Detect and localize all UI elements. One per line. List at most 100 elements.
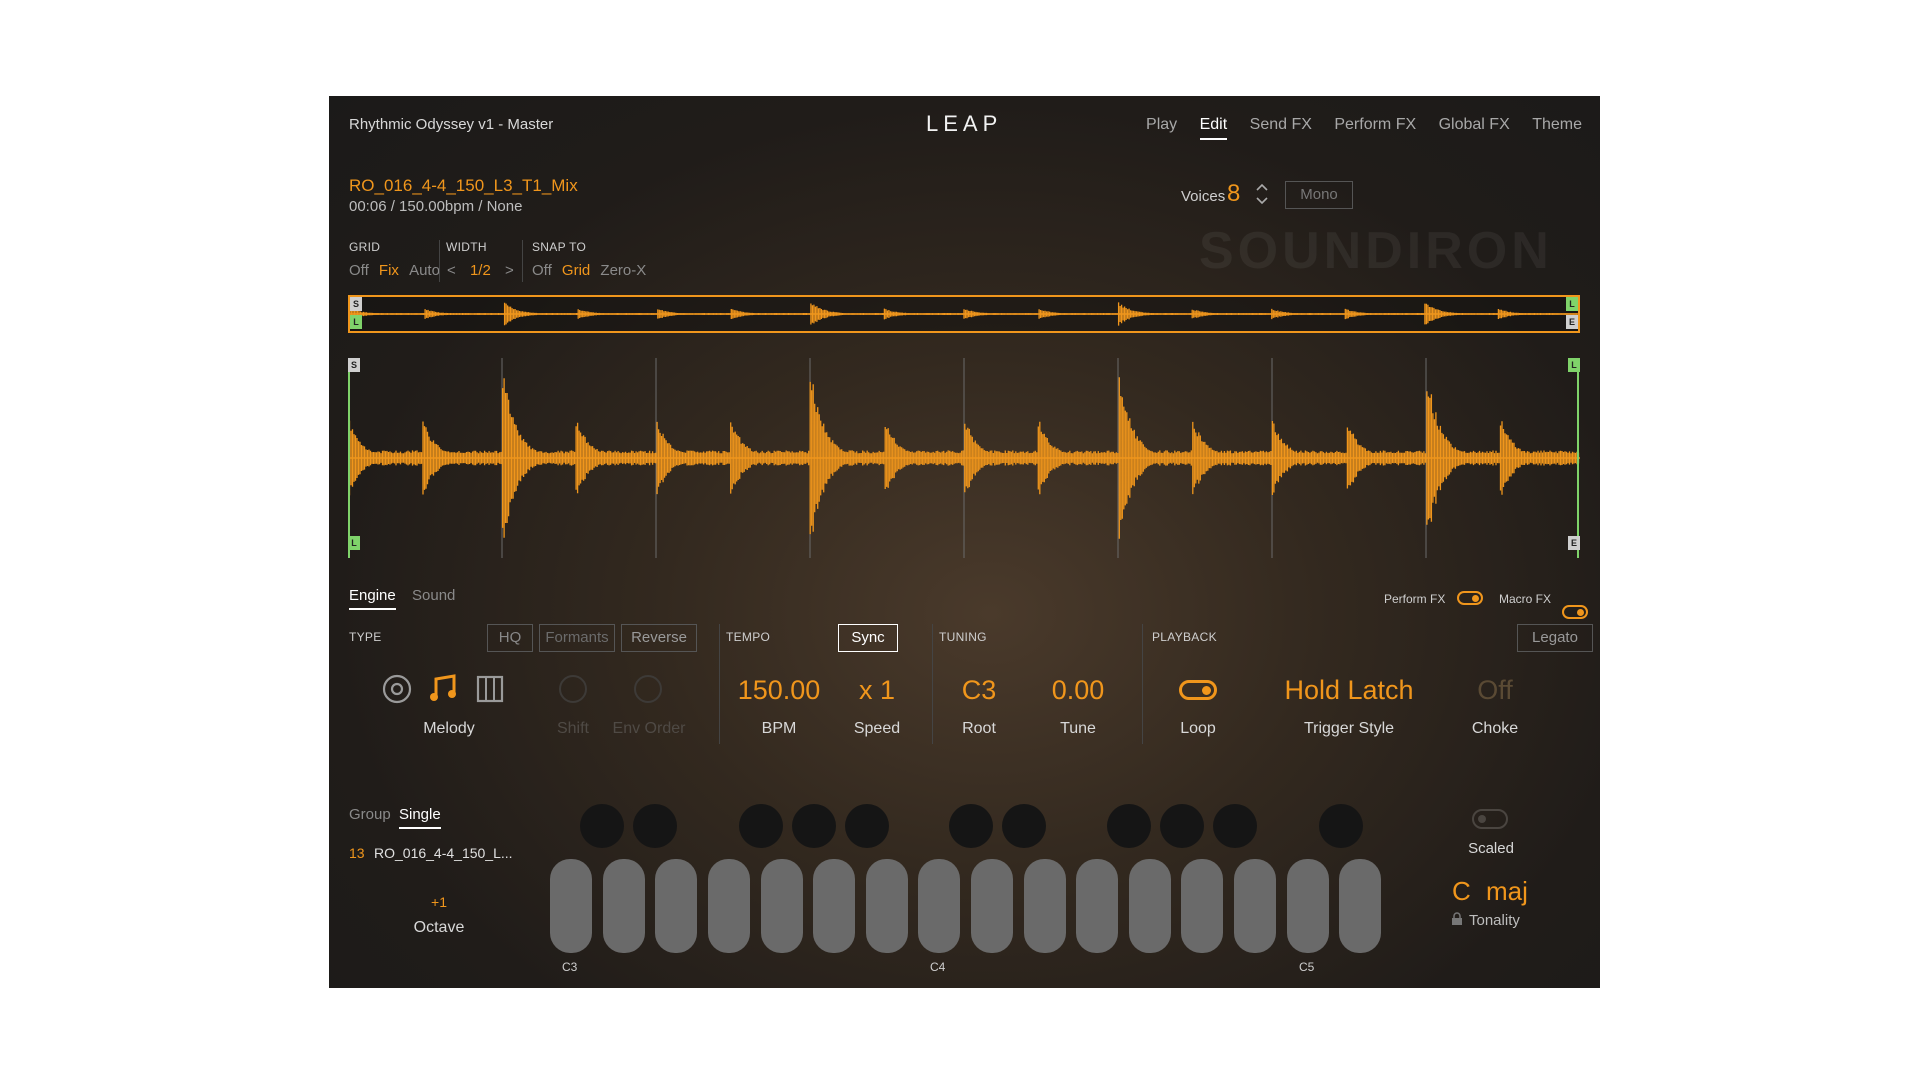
root-value[interactable]: C3 [939,675,1019,706]
playback-label: PLAYBACK [1152,630,1217,644]
loop-end-marker[interactable]: L [1568,358,1580,372]
black-key[interactable] [580,804,624,848]
white-key[interactable] [1181,859,1223,953]
white-key[interactable] [866,859,908,953]
formants-button[interactable]: Formants [539,624,615,652]
reverse-button[interactable]: Reverse [621,624,697,652]
tuning-label: TUNING [939,630,987,644]
black-key[interactable] [1160,804,1204,848]
slice-index: 13 [349,845,365,861]
legato-button[interactable]: Legato [1517,624,1593,652]
sync-button[interactable]: Sync [838,624,898,652]
mode-circle-icon[interactable] [381,673,413,710]
white-key[interactable] [1129,859,1171,953]
tab-group[interactable]: Group [349,806,391,823]
waveform-overview[interactable]: S L L E [348,295,1580,333]
mode-melody-icon[interactable] [428,672,460,709]
snap-zero-x[interactable]: Zero-X [600,262,646,279]
black-key[interactable] [633,804,677,848]
choke-value[interactable]: Off [1455,675,1535,706]
hq-button[interactable]: HQ [487,624,533,652]
tab-sound[interactable]: Sound [412,587,455,604]
stepper-arrows-icon[interactable] [1254,180,1270,208]
sample-info: 00:06 / 150.00bpm / None [349,198,523,215]
voices-stepper[interactable] [1254,180,1270,208]
black-key[interactable] [739,804,783,848]
black-key[interactable] [1213,804,1257,848]
tab-perform-fx[interactable]: Perform FX [1334,116,1416,133]
black-key[interactable] [1107,804,1151,848]
overview-loop-end-marker[interactable]: L [1566,297,1578,311]
white-key[interactable] [655,859,697,953]
black-key[interactable] [1319,804,1363,848]
trigger-style-label: Trigger Style [1303,720,1395,737]
white-key[interactable] [918,859,960,953]
env-order-knob-icon[interactable] [633,674,663,709]
voices-label: Voices [1181,188,1226,205]
voices-value[interactable]: 8 [1227,180,1240,208]
choke-label: Choke [1471,720,1519,737]
white-key[interactable] [761,859,803,953]
waveform-editor[interactable]: S L L E [348,358,1580,558]
tab-theme[interactable]: Theme [1532,116,1582,133]
lock-icon[interactable] [1451,912,1463,931]
width-value[interactable]: 1/2 [470,262,491,279]
white-key[interactable] [1076,859,1118,953]
grid-off[interactable]: Off [349,262,369,279]
white-key[interactable] [550,859,592,953]
tab-play[interactable]: Play [1146,116,1177,133]
snap-label: SNAP TO [532,240,587,254]
overview-loop-start-marker[interactable]: L [350,315,362,329]
white-key[interactable] [813,859,855,953]
grid-label: GRID [349,240,381,254]
start-marker[interactable]: S [348,358,360,372]
scale-key[interactable]: C [1452,876,1471,907]
key-label-c5: C5 [1299,960,1315,974]
tune-value[interactable]: 0.00 [1033,675,1123,706]
bpm-value[interactable]: 150.00 [724,675,834,706]
speed-value[interactable]: x 1 [837,675,917,706]
tab-send-fx[interactable]: Send FX [1250,116,1312,133]
snap-off[interactable]: Off [532,262,552,279]
black-key[interactable] [845,804,889,848]
tab-engine[interactable]: Engine [349,587,396,610]
white-key[interactable] [1024,859,1066,953]
tab-single[interactable]: Single [399,806,441,829]
mono-button[interactable]: Mono [1285,181,1353,209]
perform-fx-toggle[interactable] [1457,591,1483,605]
overview-start-marker[interactable]: S [350,297,362,311]
macro-fx-toggle[interactable] [1562,605,1588,619]
white-key[interactable] [1234,859,1276,953]
loop-toggle[interactable] [1179,680,1217,700]
width-prev-icon[interactable]: < [447,262,456,279]
snap-grid[interactable]: Grid [562,262,590,279]
mode-slices-icon[interactable] [474,673,506,710]
octave-value[interactable]: +1 [399,894,479,910]
width-next-icon[interactable]: > [505,262,514,279]
shift-knob-icon[interactable] [558,674,588,709]
end-marker[interactable]: E [1568,536,1580,550]
white-key[interactable] [1287,859,1329,953]
grid-auto[interactable]: Auto [409,262,440,279]
white-key[interactable] [708,859,750,953]
grid-fix[interactable]: Fix [379,262,399,279]
black-key[interactable] [949,804,993,848]
divider [522,240,523,282]
black-key[interactable] [1002,804,1046,848]
trigger-style-value[interactable]: Hold Latch [1259,675,1439,706]
tab-global-fx[interactable]: Global FX [1439,116,1510,133]
white-key[interactable] [603,859,645,953]
white-key[interactable] [1339,859,1381,953]
preset-title[interactable]: Rhythmic Odyssey v1 - Master [349,116,553,133]
scaled-toggle[interactable] [1472,809,1508,829]
black-key[interactable] [792,804,836,848]
overview-end-marker[interactable]: E [1566,315,1578,329]
tab-edit[interactable]: Edit [1199,116,1228,140]
scale-mode[interactable]: maj [1486,876,1528,907]
bpm-label: BPM [761,720,797,737]
white-key[interactable] [971,859,1013,953]
loop-start-marker[interactable]: L [348,536,360,550]
slice-name[interactable]: RO_016_4-4_150_L... [374,845,513,861]
sample-name[interactable]: RO_016_4-4_150_L3_T1_Mix [349,176,578,196]
snap-options: Off Grid Zero-X [532,262,646,279]
